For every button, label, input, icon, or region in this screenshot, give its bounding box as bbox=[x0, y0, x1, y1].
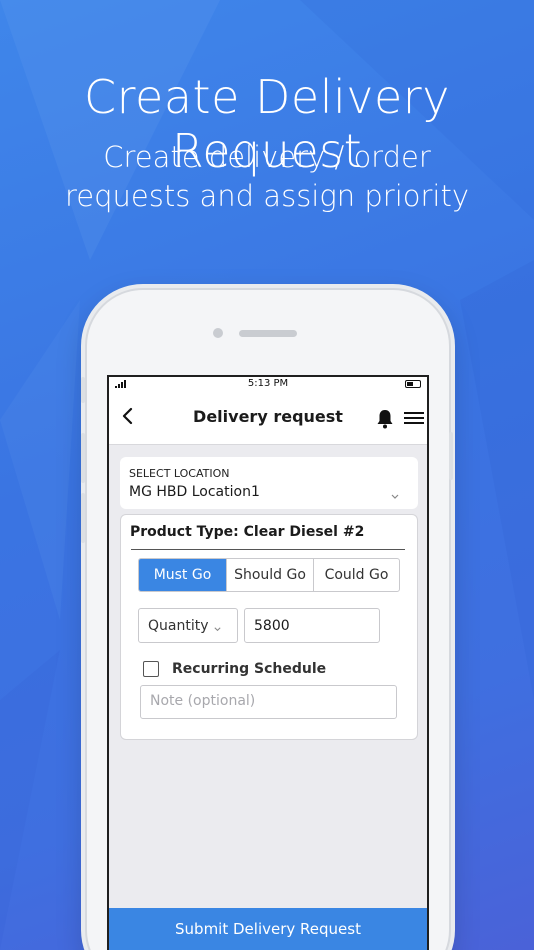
hero-subtitle: Create delivery / order requests and ass… bbox=[64, 140, 470, 213]
phone-power-button bbox=[449, 432, 453, 480]
nav-bar: Delivery request bbox=[109, 391, 427, 445]
phone-silent-switch bbox=[81, 377, 85, 403]
note-placeholder: Note (optional) bbox=[150, 693, 256, 709]
status-bar: 5:13 PM bbox=[109, 377, 427, 391]
priority-segmented-control: Must Go Should Go Could Go bbox=[138, 558, 400, 592]
product-type-title: Product Type: Clear Diesel #2 bbox=[130, 524, 365, 540]
product-card: Product Type: Clear Diesel #2 Must Go Sh… bbox=[120, 514, 418, 740]
phone-volume-down bbox=[81, 493, 85, 543]
quantity-input[interactable]: 5800 bbox=[244, 608, 380, 643]
priority-must-go-button[interactable]: Must Go bbox=[139, 559, 226, 591]
location-label: SELECT LOCATION bbox=[129, 467, 230, 480]
status-time: 5:13 PM bbox=[247, 378, 289, 389]
recurring-schedule-checkbox[interactable] bbox=[143, 661, 159, 677]
bell-icon[interactable] bbox=[375, 408, 395, 430]
location-selector[interactable]: SELECT LOCATION MG HBD Location1 bbox=[120, 457, 418, 509]
battery-icon bbox=[405, 380, 421, 388]
location-value: MG HBD Location1 bbox=[129, 484, 260, 500]
divider bbox=[131, 549, 405, 550]
quantity-unit-select[interactable]: Quantity bbox=[138, 608, 238, 643]
phone-volume-up bbox=[81, 433, 85, 483]
app-screen: 5:13 PM Delivery request SELECT LOCATION… bbox=[107, 375, 429, 950]
phone-speaker bbox=[239, 330, 297, 337]
chevron-down-icon bbox=[213, 622, 222, 632]
priority-could-go-button[interactable]: Could Go bbox=[313, 559, 399, 591]
hamburger-menu-icon[interactable] bbox=[403, 408, 425, 428]
chevron-down-icon bbox=[390, 487, 400, 499]
submit-delivery-request-button[interactable]: Submit Delivery Request bbox=[109, 908, 427, 950]
priority-should-go-button[interactable]: Should Go bbox=[226, 559, 313, 591]
quantity-select-label: Quantity bbox=[148, 618, 209, 634]
note-input[interactable]: Note (optional) bbox=[140, 685, 397, 719]
quantity-value: 5800 bbox=[254, 618, 290, 634]
recurring-schedule-label: Recurring Schedule bbox=[172, 661, 327, 677]
phone-camera bbox=[213, 328, 223, 338]
